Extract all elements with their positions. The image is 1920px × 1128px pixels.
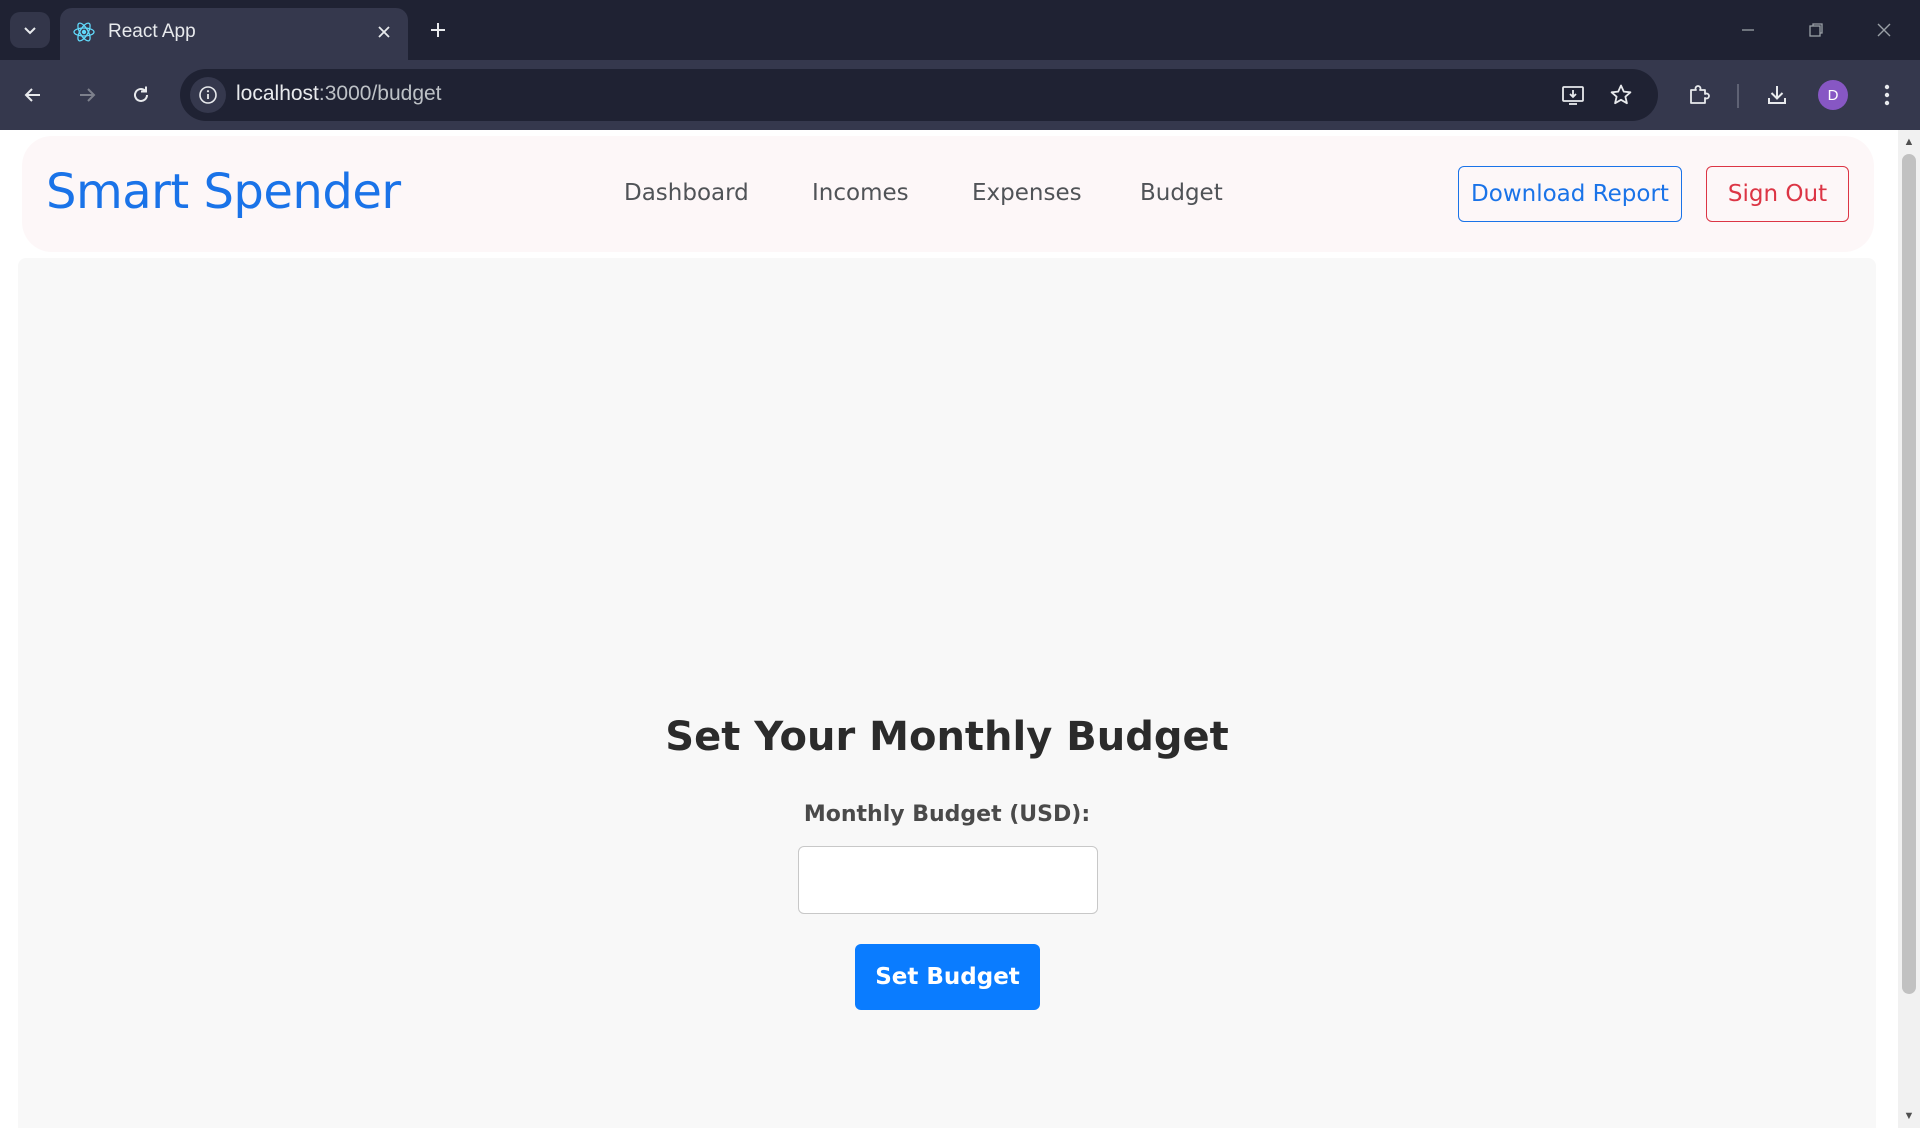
install-app-button[interactable]: [1556, 78, 1590, 112]
star-icon: [1610, 84, 1632, 105]
nav-link-budget[interactable]: Budget: [1140, 180, 1223, 206]
scrollbar-thumb[interactable]: [1902, 154, 1916, 994]
close-icon: [1877, 23, 1891, 37]
browser-tab-strip: React App: [0, 0, 1920, 60]
download-report-button[interactable]: Download Report: [1458, 166, 1682, 222]
nav-link-expenses[interactable]: Expenses: [972, 180, 1082, 206]
app-navbar: Smart Spender Dashboard Incomes Expenses…: [22, 136, 1874, 252]
reload-button[interactable]: [122, 76, 160, 114]
browser-menu-button[interactable]: [1868, 76, 1906, 114]
tab-close-button[interactable]: [372, 20, 396, 44]
minimize-icon: [1742, 29, 1754, 31]
monthly-budget-input[interactable]: [798, 846, 1098, 914]
url-path: :3000/budget: [318, 82, 442, 105]
chevron-down-icon: [24, 27, 36, 35]
scroll-down-arrow[interactable]: ▼: [1898, 1106, 1920, 1126]
forward-button[interactable]: [68, 76, 106, 114]
downloads-button[interactable]: [1758, 76, 1796, 114]
site-info-button[interactable]: [190, 77, 226, 113]
bookmark-button[interactable]: [1604, 78, 1638, 112]
window-close-button[interactable]: [1862, 10, 1906, 50]
brand-logo[interactable]: Smart Spender: [46, 164, 401, 220]
minimize-button[interactable]: [1726, 10, 1770, 50]
address-bar[interactable]: localhost:3000/budget: [180, 69, 1658, 121]
page-scrollbar[interactable]: ▲ ▼: [1898, 130, 1920, 1128]
scroll-up-arrow[interactable]: ▲: [1898, 132, 1920, 152]
browser-toolbar: localhost:3000/budget D: [0, 60, 1920, 130]
profile-avatar[interactable]: D: [1818, 80, 1848, 110]
tab-title: React App: [108, 21, 196, 42]
toolbar-divider: [1737, 84, 1739, 108]
page-title: Set Your Monthly Budget: [665, 714, 1229, 760]
install-app-icon: [1562, 86, 1584, 105]
plus-icon: [431, 23, 445, 37]
web-page: Smart Spender Dashboard Incomes Expenses…: [0, 130, 1898, 1128]
close-icon: [378, 26, 390, 38]
set-budget-button[interactable]: Set Budget: [855, 944, 1040, 1010]
extensions-button[interactable]: [1680, 76, 1718, 114]
budget-panel: Set Your Monthly Budget Monthly Budget (…: [18, 258, 1876, 1128]
new-tab-button[interactable]: [420, 12, 456, 48]
sign-out-button[interactable]: Sign Out: [1706, 166, 1849, 222]
tab-list-button[interactable]: [10, 12, 50, 48]
arrow-right-icon: [80, 88, 96, 102]
kebab-menu-icon: [1884, 84, 1890, 106]
puzzle-icon: [1690, 85, 1710, 104]
nav-link-dashboard[interactable]: Dashboard: [624, 180, 749, 206]
browser-tab[interactable]: React App: [60, 8, 408, 60]
restore-icon: [1809, 23, 1823, 37]
arrow-left-icon: [24, 88, 40, 102]
info-icon: [199, 86, 217, 104]
react-logo-icon: [73, 22, 95, 42]
monthly-budget-label: Monthly Budget (USD):: [803, 802, 1091, 827]
reload-icon: [134, 86, 148, 102]
url-text: localhost:3000/budget: [236, 82, 442, 106]
url-host: localhost: [236, 82, 319, 105]
download-icon: [1768, 86, 1786, 104]
nav-link-incomes[interactable]: Incomes: [812, 180, 909, 206]
restore-button[interactable]: [1794, 10, 1838, 50]
back-button[interactable]: [14, 76, 52, 114]
